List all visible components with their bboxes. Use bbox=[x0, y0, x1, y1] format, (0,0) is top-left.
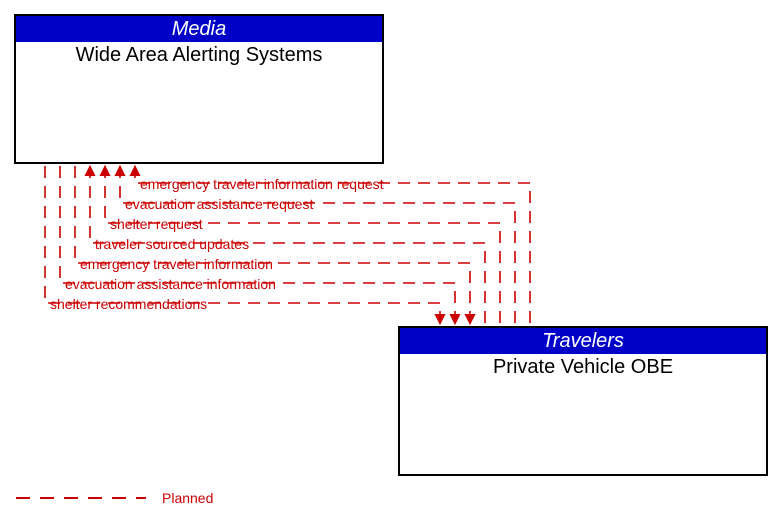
box-media: Media Wide Area Alerting Systems bbox=[14, 14, 384, 164]
flow-label: shelter recommendations bbox=[50, 296, 207, 312]
box-media-title: Wide Area Alerting Systems bbox=[16, 42, 382, 67]
box-travelers-title: Private Vehicle OBE bbox=[400, 354, 766, 379]
flow-label: traveler sourced updates bbox=[95, 236, 249, 252]
box-media-header: Media bbox=[16, 16, 382, 42]
flow-label: emergency traveler information request bbox=[140, 176, 384, 192]
legend-planned-label: Planned bbox=[162, 490, 213, 506]
box-travelers-header: Travelers bbox=[400, 328, 766, 354]
legend-planned: Planned bbox=[16, 490, 213, 506]
flow-label: evacuation assistance information bbox=[65, 276, 276, 292]
flow-label: shelter request bbox=[110, 216, 203, 232]
flow-label: evacuation assistance request bbox=[125, 196, 313, 212]
box-travelers: Travelers Private Vehicle OBE bbox=[398, 326, 768, 476]
flow-label: emergency traveler information bbox=[80, 256, 273, 272]
